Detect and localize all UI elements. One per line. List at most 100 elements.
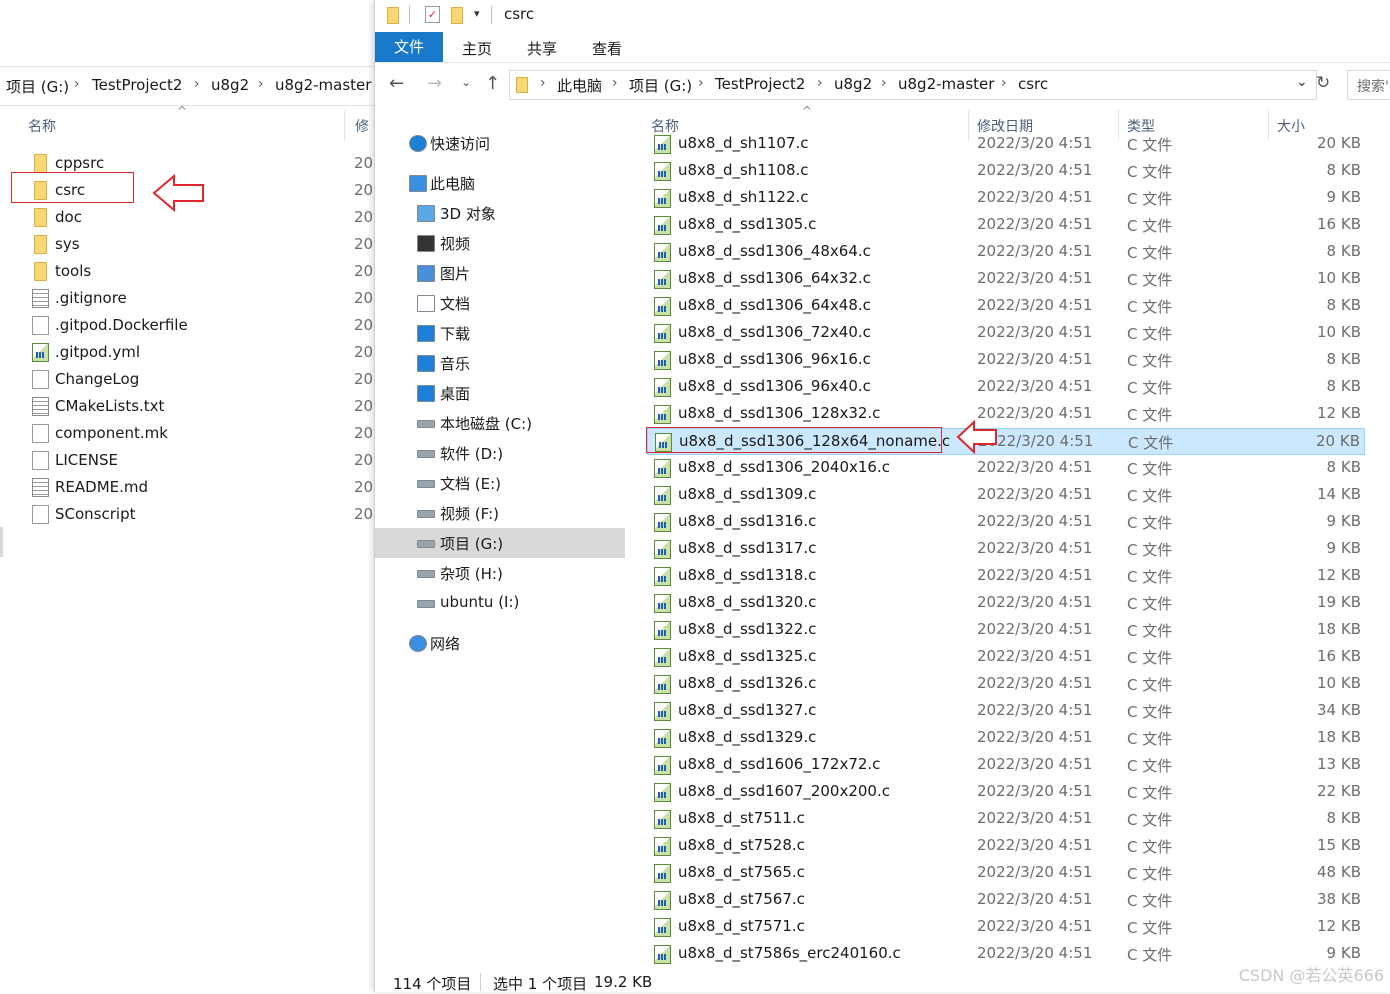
list-item[interactable]: .gitpod.Dockerfile 20 xyxy=(0,312,374,339)
list-item[interactable]: sys 20 xyxy=(0,231,374,258)
table-row[interactable]: u8x8_d_ssd1606_172x72.c 2022/3/20 4:51 C 文… xyxy=(647,752,1365,779)
file-type: C 文件 xyxy=(1127,919,1173,937)
list-item[interactable]: component.mk 20 xyxy=(0,420,374,447)
list-item[interactable]: .gitignore 20 xyxy=(0,285,374,312)
recent-locations-icon[interactable]: ⌄ xyxy=(461,75,471,89)
file-size: 20 KB xyxy=(1317,134,1361,152)
table-row[interactable]: u8x8_d_ssd1327.c 2022/3/20 4:51 C 文件 34 KB xyxy=(647,698,1365,725)
list-item[interactable]: SConscript 20 xyxy=(0,501,374,528)
list-item[interactable]: ChangeLog 20 xyxy=(0,366,374,393)
sidebar-item[interactable]: 视频 xyxy=(375,228,625,258)
table-row[interactable]: u8x8_d_st7571.c 2022/3/20 4:51 C 文件 12 KB xyxy=(647,914,1365,941)
table-row[interactable]: u8x8_d_ssd1306_48x64.c 2022/3/20 4:51 C 文件… xyxy=(647,239,1365,266)
table-row[interactable]: u8x8_d_ssd1306_64x48.c 2022/3/20 4:51 C 文件… xyxy=(647,293,1365,320)
back-arrow-icon[interactable]: ← xyxy=(389,73,404,94)
breadcrumb-separator-icon: › xyxy=(194,76,200,92)
table-row[interactable]: u8x8_d_sh1107.c 2022/3/20 4:51 C 文件 20 KB xyxy=(647,131,1365,158)
file-name: u8x8_d_ssd1306_96x40.c xyxy=(678,377,871,395)
column-divider[interactable] xyxy=(344,110,345,140)
sidebar-item[interactable]: 文档 xyxy=(375,288,625,318)
left-address-bar[interactable]: 项目 (G:) › TestProject2 › u8g2 › u8g2-mas… xyxy=(0,66,374,106)
table-row[interactable]: u8x8_d_st7565.c 2022/3/20 4:51 C 文件 48 KB xyxy=(647,860,1365,887)
table-row[interactable]: u8x8_d_ssd1329.c 2022/3/20 4:51 C 文件 18 KB xyxy=(647,725,1365,752)
address-bar[interactable]: › 此电脑 › 项目 (G:) › TestProject2 › u8g2 › … xyxy=(509,70,1317,100)
table-row[interactable]: u8x8_d_ssd1306_72x40.c 2022/3/20 4:51 C 文件… xyxy=(647,320,1365,347)
file-date: 2022/3/20 4:51 xyxy=(977,350,1093,368)
sidebar-item-label: 桌面 xyxy=(440,385,471,403)
table-row[interactable]: u8x8_d_ssd1316.c 2022/3/20 4:51 C 文件 9 KB xyxy=(647,509,1365,536)
list-item[interactable]: README.md 20 xyxy=(0,474,374,501)
item-name: cppsrc xyxy=(55,154,105,172)
table-row[interactable]: u8x8_d_ssd1309.c 2022/3/20 4:51 C 文件 14 KB xyxy=(647,482,1365,509)
sidebar-item[interactable]: 杂项 (H:) xyxy=(375,558,625,588)
breadcrumb-item[interactable]: 项目 (G:) xyxy=(6,76,69,97)
sidebar-item[interactable]: 图片 xyxy=(375,258,625,288)
table-row[interactable]: u8x8_d_ssd1306_2040x16.c 2022/3/20 4:51 C … xyxy=(647,455,1365,482)
table-row[interactable]: u8x8_d_ssd1325.c 2022/3/20 4:51 C 文件 16 KB xyxy=(647,644,1365,671)
list-item[interactable]: LICENSE 20 xyxy=(0,447,374,474)
tab-file[interactable]: 文件 xyxy=(375,32,443,62)
sidebar-item[interactable]: 软件 (D:) xyxy=(375,438,625,468)
column-header-name[interactable]: 名称 xyxy=(28,116,56,136)
breadcrumb-item[interactable]: TestProject2 xyxy=(92,76,182,94)
refresh-icon[interactable]: ↻ xyxy=(1316,73,1330,93)
sidebar-item[interactable]: 文档 (E:) xyxy=(375,468,625,498)
table-row[interactable]: u8x8_d_ssd1306_128x32.c 2022/3/20 4:51 C 文… xyxy=(647,401,1365,428)
list-item[interactable]: tools 20 xyxy=(0,258,374,285)
table-row[interactable]: u8x8_d_sh1122.c 2022/3/20 4:51 C 文件 9 KB xyxy=(647,185,1365,212)
sidebar-item[interactable]: 快速访问 xyxy=(375,128,625,158)
left-scrollbar[interactable] xyxy=(0,527,3,557)
breadcrumb-item[interactable]: 项目 (G:) xyxy=(629,75,692,96)
sidebar-item[interactable]: 项目 (G:) xyxy=(375,528,625,558)
column-header-date[interactable]: 修 xyxy=(355,116,369,136)
breadcrumb-item[interactable]: csrc xyxy=(1018,75,1048,93)
forward-arrow-icon[interactable]: → xyxy=(427,73,442,94)
tab-home[interactable]: 主页 xyxy=(462,38,492,59)
table-row[interactable]: u8x8_d_st7567.c 2022/3/20 4:51 C 文件 38 KB xyxy=(647,887,1365,914)
sidebar-item[interactable]: 本地磁盘 (C:) xyxy=(375,408,625,438)
sidebar-item[interactable]: 音乐 xyxy=(375,348,625,378)
sidebar-item[interactable]: ubuntu (I:) xyxy=(375,588,625,618)
breadcrumb-item[interactable]: u8g2 xyxy=(834,75,872,93)
file-type: C 文件 xyxy=(1127,136,1173,154)
table-row[interactable]: u8x8_d_st7528.c 2022/3/20 4:51 C 文件 15 KB xyxy=(647,833,1365,860)
table-row[interactable]: u8x8_d_ssd1317.c 2022/3/20 4:51 C 文件 9 KB xyxy=(647,536,1365,563)
tab-view[interactable]: 查看 xyxy=(592,38,622,59)
table-row[interactable]: u8x8_d_ssd1305.c 2022/3/20 4:51 C 文件 16 KB xyxy=(647,212,1365,239)
list-item[interactable]: .gitpod.yml 20 xyxy=(0,339,374,366)
address-dropdown-icon[interactable]: ⌄ xyxy=(1296,74,1308,90)
sidebar-item-label: 杂项 (H:) xyxy=(440,565,503,583)
list-item[interactable]: CMakeLists.txt 20 xyxy=(0,393,374,420)
table-row[interactable]: u8x8_d_ssd1306_64x32.c 2022/3/20 4:51 C 文件… xyxy=(647,266,1365,293)
table-row[interactable]: u8x8_d_ssd1306_96x16.c 2022/3/20 4:51 C 文件… xyxy=(647,347,1365,374)
sidebar-item[interactable]: 桌面 xyxy=(375,378,625,408)
sidebar-item[interactable]: 下载 xyxy=(375,318,625,348)
table-row[interactable]: u8x8_d_ssd1326.c 2022/3/20 4:51 C 文件 10 KB xyxy=(647,671,1365,698)
file-type: C 文件 xyxy=(1127,757,1173,775)
computer-icon xyxy=(409,175,427,192)
file-type: C 文件 xyxy=(1127,325,1173,343)
table-row[interactable]: u8x8_d_ssd1322.c 2022/3/20 4:51 C 文件 18 KB xyxy=(647,617,1365,644)
tab-share[interactable]: 共享 xyxy=(527,38,557,59)
sidebar-item[interactable]: 视频 (F:) xyxy=(375,498,625,528)
table-row[interactable]: u8x8_d_st7511.c 2022/3/20 4:51 C 文件 8 KB xyxy=(647,806,1365,833)
sidebar-item[interactable]: 3D 对象 xyxy=(375,198,625,228)
breadcrumb-item[interactable]: u8g2-master xyxy=(275,76,371,94)
breadcrumb-item[interactable]: TestProject2 xyxy=(715,75,805,93)
breadcrumb-item[interactable]: u8g2-master xyxy=(898,75,994,93)
table-row[interactable]: u8x8_d_ssd1306_96x40.c 2022/3/20 4:51 C 文件… xyxy=(647,374,1365,401)
table-row[interactable]: u8x8_d_ssd1607_200x200.c 2022/3/20 4:51 C … xyxy=(647,779,1365,806)
sidebar-item[interactable]: 此电脑 xyxy=(375,168,625,198)
search-input[interactable]: 搜索' xyxy=(1347,70,1390,100)
title-bar[interactable]: ✓ ▾ csrc xyxy=(375,0,1390,32)
table-row[interactable]: u8x8_d_ssd1318.c 2022/3/20 4:51 C 文件 12 KB xyxy=(647,563,1365,590)
sidebar-item[interactable]: 网络 xyxy=(375,628,625,658)
new-folder-icon[interactable] xyxy=(451,7,463,24)
breadcrumb-item[interactable]: 此电脑 xyxy=(557,75,602,96)
table-row[interactable]: u8x8_d_sh1108.c 2022/3/20 4:51 C 文件 8 KB xyxy=(647,158,1365,185)
quick-access-toolbar-dropdown-icon[interactable]: ▾ xyxy=(474,7,480,20)
properties-icon[interactable]: ✓ xyxy=(425,6,440,23)
table-row[interactable]: u8x8_d_ssd1320.c 2022/3/20 4:51 C 文件 19 KB xyxy=(647,590,1365,617)
breadcrumb-item[interactable]: u8g2 xyxy=(211,76,249,94)
up-arrow-icon[interactable]: ↑ xyxy=(485,73,500,94)
